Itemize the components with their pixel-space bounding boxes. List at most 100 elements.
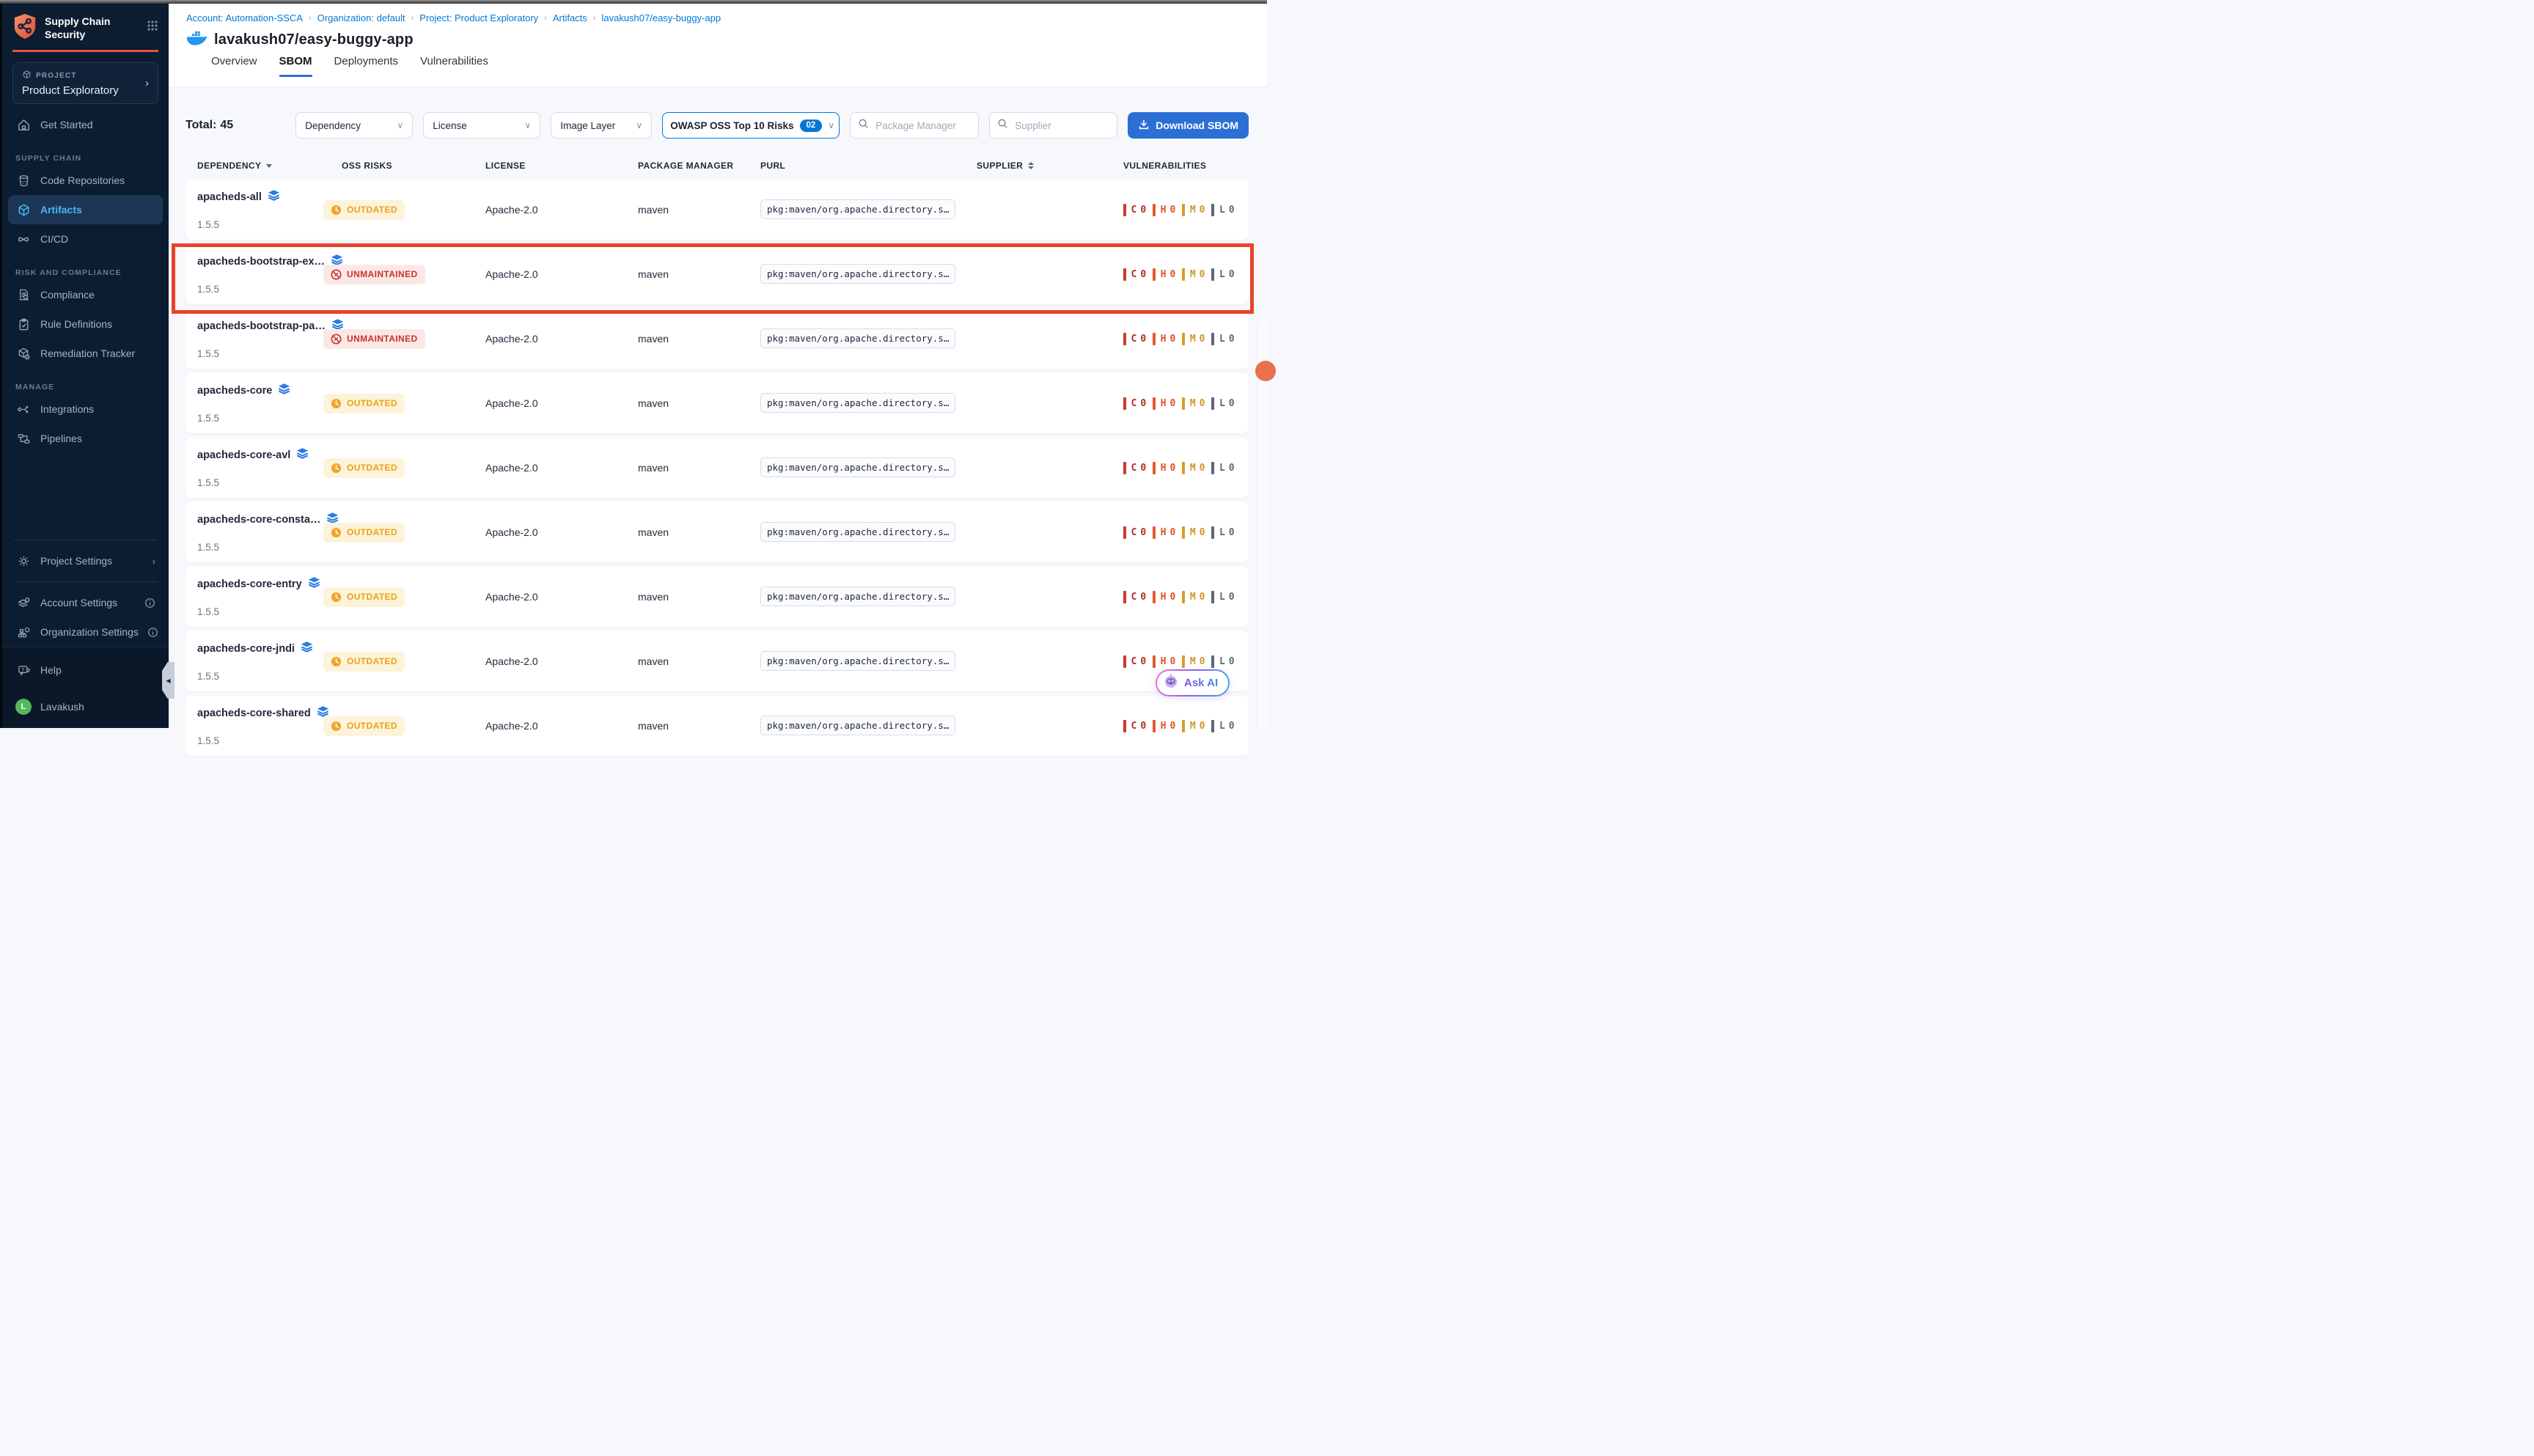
tab-sbom[interactable]: SBOM <box>279 55 312 77</box>
tab-vulnerabilities[interactable]: Vulnerabilities <box>420 55 488 77</box>
severity-bar <box>1211 591 1214 603</box>
sidebar-item-remediation-tracker[interactable]: Remediation Tracker <box>8 339 163 368</box>
breadcrumb-artifacts[interactable]: Artifacts <box>553 12 587 23</box>
breadcrumb-separator: › <box>309 14 312 23</box>
sidebar-item-integrations[interactable]: Integrations <box>8 394 163 424</box>
purl-value[interactable]: pkg:maven/org.apache.directory.s… <box>760 328 955 348</box>
sidebar-item-label: Pipelines <box>40 433 82 444</box>
severity-bar <box>1123 462 1126 474</box>
image-layer-filter-dropdown[interactable]: Image Layer ∨ <box>551 112 652 139</box>
tab-overview[interactable]: Overview <box>211 55 257 77</box>
table-row-apacheds-all[interactable]: apacheds-all 1.5.5 OUTDATED Apache-2.0 m… <box>186 180 1249 240</box>
clipboard-check-icon <box>15 317 32 331</box>
supplier-search-input[interactable] <box>1013 120 1109 132</box>
sidebar-item-rule-definitions[interactable]: Rule Definitions <box>8 309 163 339</box>
sidebar: Supply Chain Security PROJECT Product Ex <box>0 4 169 728</box>
table-row-apacheds-core-entry[interactable]: apacheds-core-entry 1.5.5 OUTDATED Apach… <box>186 567 1249 627</box>
vulnerabilities-cell: C0H0M0L0 <box>1123 526 1241 539</box>
oss-risk-badge: OUTDATED <box>323 200 405 220</box>
sidebar-item-account-settings[interactable]: Account Settings <box>8 588 163 617</box>
severity-bar <box>1123 591 1126 603</box>
sidebar-item-compliance[interactable]: Compliance <box>8 280 163 309</box>
purl-value[interactable]: pkg:maven/org.apache.directory.s… <box>760 199 955 219</box>
sidebar-item-organization-settings[interactable]: Organization Settings <box>8 617 163 647</box>
help-chat-icon: ? <box>15 663 32 677</box>
download-sbom-button[interactable]: Download SBOM <box>1128 112 1249 139</box>
purl-value[interactable]: pkg:maven/org.apache.directory.s… <box>760 587 955 606</box>
severity-bar <box>1123 204 1126 216</box>
table-row-apacheds-core-shared[interactable]: apacheds-core-shared 1.5.5 OUTDATED Apac… <box>186 696 1249 756</box>
vulnerabilities-cell: C0H0M0L0 <box>1123 462 1241 474</box>
project-selector[interactable]: PROJECT Product Exploratory › <box>12 62 158 104</box>
layers-icon <box>296 447 309 463</box>
total-count: Total:45 <box>186 119 233 132</box>
sidebar-item-project-settings[interactable]: Project Settings› <box>8 546 163 576</box>
sidebar-item-label: Code Repositories <box>40 174 125 186</box>
table-row-apacheds-core-jndi[interactable]: apacheds-core-jndi 1.5.5 OUTDATED Apache… <box>186 631 1249 691</box>
sidebar-item-ci-cd[interactable]: CI/CD <box>8 224 163 254</box>
severity-bar <box>1153 204 1156 216</box>
breadcrumb-project[interactable]: Project: Product Exploratory <box>419 12 538 23</box>
purl-cell: pkg:maven/org.apache.directory.s… <box>760 397 977 410</box>
vulnerabilities-cell: C0H0M0L0 <box>1123 204 1241 216</box>
purl-value[interactable]: pkg:maven/org.apache.directory.s… <box>760 393 955 413</box>
sidebar-item-pipelines[interactable]: Pipelines <box>8 424 163 453</box>
clock-icon <box>331 527 342 538</box>
purl-cell: pkg:maven/org.apache.directory.s… <box>760 526 977 539</box>
svg-text:?: ? <box>21 667 24 672</box>
breadcrumb-current[interactable]: lavakush07/easy-buggy-app <box>601 12 721 23</box>
vulnerabilities-cell: C0H0M0L0 <box>1123 397 1241 410</box>
breadcrumb-organization[interactable]: Organization: default <box>317 12 405 23</box>
owasp-risks-filter-dropdown[interactable]: OWASP OSS Top 10 Risks 02 ∨ <box>662 112 840 139</box>
purl-value[interactable]: pkg:maven/org.apache.directory.s… <box>760 457 955 477</box>
table-row-apacheds-core-consta[interactable]: apacheds-core-consta… 1.5.5 OUTDATED Apa… <box>186 502 1249 562</box>
purl-value[interactable]: pkg:maven/org.apache.directory.s… <box>760 651 955 671</box>
svg-text:</>: </> <box>20 180 26 185</box>
oss-risk-cell: OUTDATED <box>323 200 485 220</box>
table-row-apacheds-core-avl[interactable]: apacheds-core-avl 1.5.5 OUTDATED Apache-… <box>186 438 1249 498</box>
license-filter-dropdown[interactable]: License ∨ <box>423 112 540 139</box>
sort-both-icon <box>1028 162 1034 169</box>
purl-cell: pkg:maven/org.apache.directory.s… <box>760 268 977 281</box>
table-row-apacheds-core[interactable]: apacheds-core 1.5.5 OUTDATED Apache-2.0 … <box>186 373 1249 433</box>
oss-risk-badge: UNMAINTAINED <box>323 265 425 284</box>
docker-icon <box>186 30 207 49</box>
vulnerability-count-c: C0 <box>1123 655 1146 668</box>
ask-ai-button[interactable]: Ask AI <box>1156 669 1230 696</box>
sidebar-item-get-started[interactable]: Get Started <box>8 110 163 139</box>
sidebar-item-code-repositories[interactable]: </> Code Repositories <box>8 166 163 195</box>
dependency-cell: apacheds-core-jndi 1.5.5 <box>197 641 323 682</box>
sidebar-item-user[interactable]: L Lavakush <box>8 693 163 721</box>
notification-beacon-dot[interactable] <box>1255 361 1276 381</box>
tab-bar: Overview SBOM Deployments Vulnerabilitie… <box>169 55 1267 77</box>
column-header-supplier[interactable]: SUPPLIER <box>977 161 1123 171</box>
vulnerability-count-m: M0 <box>1182 591 1205 603</box>
purl-value[interactable]: pkg:maven/org.apache.directory.s… <box>760 264 955 284</box>
sidebar-item-help[interactable]: ? Help <box>8 656 163 684</box>
dependency-name: apacheds-core-shared <box>197 707 311 719</box>
table-row-apacheds-bootstrap-pa[interactable]: apacheds-bootstrap-pa… 1.5.5 UNMAINTAINE… <box>186 309 1249 369</box>
vulnerability-count-h: H0 <box>1153 462 1175 474</box>
column-header-vulnerabilities: VULNERABILITIES <box>1123 161 1237 171</box>
dependency-cell: apacheds-core-shared 1.5.5 <box>197 705 323 746</box>
package-manager-search-input[interactable] <box>874 120 971 132</box>
package-manager-cell: maven <box>638 526 760 538</box>
vulnerability-count-c: C0 <box>1123 720 1146 732</box>
sidebar-item-artifacts[interactable]: Artifacts <box>8 195 163 224</box>
purl-value[interactable]: pkg:maven/org.apache.directory.s… <box>760 522 955 542</box>
dependency-version: 1.5.5 <box>197 219 323 230</box>
sidebar-item-label: Integrations <box>40 403 94 415</box>
app-grid-icon[interactable] <box>147 12 158 35</box>
severity-bar <box>1153 397 1156 410</box>
vulnerabilities-cell: C0H0M0L0 <box>1123 268 1241 281</box>
column-header-dependency[interactable]: DEPENDENCY <box>197 161 323 171</box>
table-row-apacheds-bootstrap-ex[interactable]: apacheds-bootstrap-ex… 1.5.5 UNMAINTAINE… <box>186 244 1249 304</box>
breadcrumb-account[interactable]: Account: Automation-SSCA <box>186 12 303 23</box>
tab-deployments[interactable]: Deployments <box>334 55 399 77</box>
vulnerability-count-h: H0 <box>1153 655 1175 668</box>
purl-value[interactable]: pkg:maven/org.apache.directory.s… <box>760 716 955 735</box>
search-icon <box>858 118 869 133</box>
owasp-filter-count-badge: 02 <box>800 120 823 132</box>
vulnerability-count-m: M0 <box>1182 526 1205 539</box>
dependency-filter-dropdown[interactable]: Dependency ∨ <box>295 112 413 139</box>
